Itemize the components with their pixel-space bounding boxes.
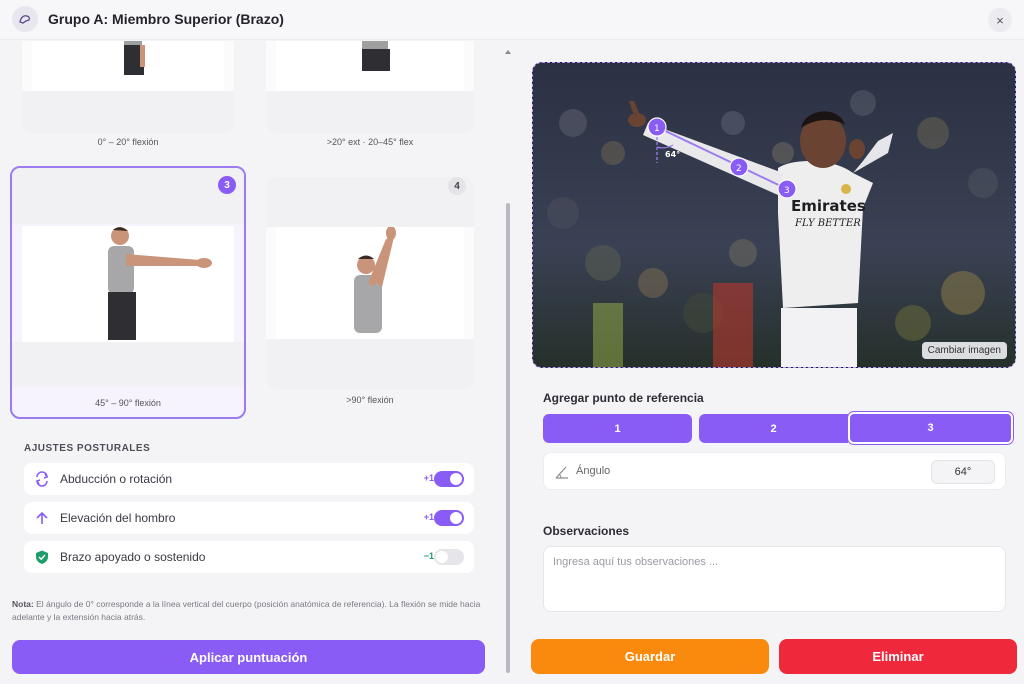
posture-card-1[interactable]	[22, 41, 234, 133]
reference-title: Agregar punto de referencia	[543, 391, 704, 405]
angle-label: Ángulo	[576, 465, 611, 477]
note-body: El ángulo de 0° corresponde a la línea v…	[12, 599, 481, 622]
jersey-sponsor: Emirates	[791, 197, 866, 215]
adjustments-title: AJUSTES POSTURALES	[24, 443, 151, 454]
reference-point-2-button[interactable]: 2	[699, 414, 848, 443]
posture-card-4[interactable]: 4	[266, 177, 474, 389]
save-button[interactable]: Guardar	[531, 639, 769, 674]
reference-photo[interactable]: Emirates FLY BETTER 1 2 3 64° Cambiar im…	[532, 62, 1016, 368]
angle-value: 64°	[931, 460, 995, 484]
modal-header: Grupo A: Miembro Superior (Brazo) ×	[0, 0, 1024, 40]
adjustment-label: Elevación del hombro	[60, 511, 176, 525]
adjustment-label: Abducción o rotación	[60, 472, 173, 486]
card-badge-4: 4	[448, 177, 466, 195]
posture-panel: 0° – 20° flexión >20° ext · 20–45° flex …	[0, 41, 498, 684]
card-caption-3: 45° – 90° flexión	[95, 398, 161, 408]
adjustment-shoulder-elevation: Elevación del hombro +1	[24, 502, 474, 534]
card-badge-3: 3	[218, 176, 236, 194]
close-button[interactable]: ×	[988, 8, 1012, 32]
observations-title: Observaciones	[543, 524, 630, 538]
arrow-up-icon	[36, 511, 48, 524]
rotate-icon	[35, 471, 49, 487]
left-scrollbar[interactable]	[504, 48, 512, 680]
angle-icon	[555, 466, 568, 479]
adjustment-points: +1	[423, 512, 434, 522]
card-caption-2: >20° ext · 20–45° flex	[326, 137, 414, 147]
point-1-label: 1	[654, 124, 660, 134]
angle-row: Ángulo 64°	[543, 452, 1006, 490]
posture-card-2[interactable]	[266, 41, 474, 133]
point-3-label: 3	[784, 186, 790, 196]
point-2-label: 2	[736, 164, 742, 174]
adjustment-abduction: Abducción o rotación +1	[24, 463, 474, 495]
reference-point-1-button[interactable]: 1	[543, 414, 692, 443]
card-caption-1: 0° – 20° flexión	[97, 137, 159, 147]
shoulder-elevation-toggle[interactable]	[434, 510, 464, 526]
scroll-thumb[interactable]	[506, 203, 510, 673]
observations-input[interactable]	[543, 546, 1006, 612]
shield-check-icon	[36, 550, 48, 564]
posture-card-3[interactable]: 3 45° – 90° flexión	[10, 166, 246, 419]
change-image-button[interactable]: Cambiar imagen	[921, 342, 1007, 359]
adjustment-arm-supported: Brazo apoyado o sostenido −1	[24, 541, 474, 573]
arm-icon	[12, 6, 38, 32]
adjustment-points: −1	[423, 551, 434, 561]
abduction-toggle[interactable]	[434, 471, 464, 487]
arm-supported-toggle[interactable]	[434, 549, 464, 565]
apply-score-button[interactable]: Aplicar puntuación	[12, 640, 485, 674]
card-caption-4: >90° flexión	[346, 395, 394, 405]
modal-title: Grupo A: Miembro Superior (Brazo)	[48, 11, 284, 27]
note-label: Nota:	[12, 599, 34, 609]
note-text: Nota: El ángulo de 0° corresponde a la l…	[12, 598, 482, 624]
adjustment-label: Brazo apoyado o sostenido	[60, 550, 206, 564]
adjustment-points: +1	[423, 473, 434, 483]
delete-button[interactable]: Eliminar	[779, 639, 1017, 674]
angle-marker: 64°	[665, 150, 680, 159]
reference-point-3-button[interactable]: 3	[848, 412, 1013, 444]
close-icon: ×	[996, 12, 1004, 28]
jersey-slogan: FLY BETTER	[794, 218, 861, 229]
